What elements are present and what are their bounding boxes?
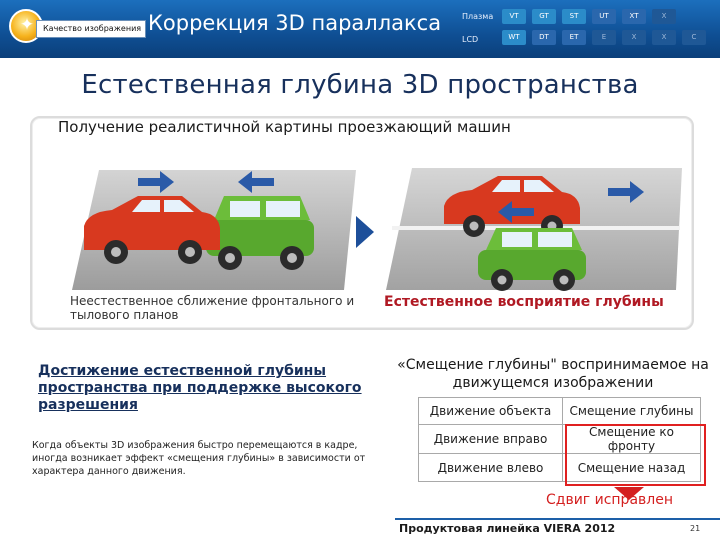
natural-caption: Естественное восприятие глубины	[384, 294, 664, 310]
lcd-pill-e: E	[592, 30, 616, 45]
plasma-pill-x: X	[652, 9, 676, 24]
header-title: Коррекция 3D параллакса	[148, 11, 442, 35]
plasma-label: Плазма	[462, 12, 494, 21]
quality-label: Качество изображения	[36, 20, 146, 38]
header-bar: ✦ Качество изображения Коррекция 3D пара…	[0, 0, 720, 58]
achievement-heading: Достижение естественной глубины простран…	[38, 363, 362, 413]
lcd-pill-dt: DT	[532, 30, 556, 45]
lcd-pill-et: ET	[562, 30, 586, 45]
table-cell: Движение влево	[418, 453, 563, 482]
lcd-pill-x1: X	[622, 30, 646, 45]
lcd-pill-x2: X	[652, 30, 676, 45]
scene-title: Получение реалистичной картины проезжающ…	[58, 118, 511, 136]
plasma-pill-xt: XT	[622, 9, 646, 24]
unnatural-caption: Неестественное сближение фронтального и …	[70, 294, 355, 322]
plasma-pill-vt: VT	[502, 9, 526, 24]
left-road-scene	[72, 170, 356, 290]
footer-line	[395, 518, 720, 520]
right-road-scene	[386, 168, 682, 291]
footer-product-line: Продуктовая линейка VIERA 2012	[399, 522, 616, 535]
slide-title: Естественная глубина 3D пространства	[81, 70, 639, 100]
table-cell: Движение вправо	[418, 424, 563, 454]
highlight-box	[565, 424, 706, 486]
depth-shift-quote: «Смещение глубины" воспринимаемое на дви…	[397, 357, 709, 391]
lcd-label: LCD	[462, 35, 479, 44]
fixed-label: Сдвиг исправлен	[546, 492, 673, 508]
table-header-row: Движение объекта Смещение глубины	[418, 397, 701, 425]
description-text: Когда объекты 3D изображения быстро пере…	[32, 440, 366, 477]
table-header-cell: Движение объекта	[418, 397, 563, 425]
plasma-pill-gt: GT	[532, 9, 556, 24]
transition-arrow-icon	[356, 216, 374, 248]
table-header-cell: Смещение глубины	[562, 397, 701, 425]
lcd-pill-c: C	[682, 30, 706, 45]
lcd-pill-wt: WT	[502, 30, 526, 45]
plasma-pill-st: ST	[562, 9, 586, 24]
plasma-pill-ut: UT	[592, 9, 616, 24]
page-number: 21	[690, 524, 701, 533]
